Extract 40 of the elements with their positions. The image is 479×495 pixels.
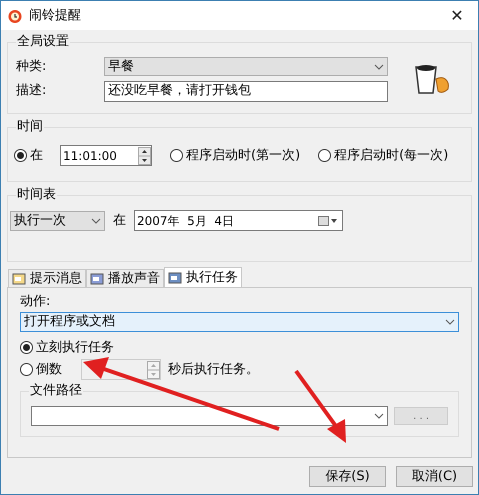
window-title: 闹铃提醒	[29, 6, 82, 25]
radio-button[interactable]	[20, 363, 33, 376]
chevron-down-icon	[91, 218, 101, 224]
action-label: 动作:	[20, 294, 52, 310]
category-dropdown[interactable]: 早餐	[104, 57, 388, 76]
radio-button[interactable]	[318, 149, 332, 162]
tab-icon	[90, 272, 105, 285]
radio-label: 程序启动时(每一次)	[334, 146, 448, 165]
radio-label: 立刻执行任务	[36, 338, 114, 357]
close-button[interactable]: ✕	[442, 2, 472, 28]
file-path-dropdown[interactable]	[31, 406, 388, 426]
alarm-clock-icon	[7, 8, 23, 24]
radio-label: 程序启动时(第一次)	[186, 146, 300, 165]
at-label: 在	[113, 212, 126, 230]
dialog-button[interactable]: 保存(S)	[309, 466, 386, 487]
action-dropdown[interactable]: 打开程序或文档	[20, 312, 459, 332]
radio-label: 倒数	[36, 360, 62, 379]
chevron-down-icon	[374, 413, 384, 419]
chevron-down-icon	[445, 319, 455, 325]
radio-label: 在	[30, 146, 43, 165]
countdown-suffix: 秒后执行任务。	[168, 360, 259, 379]
tab[interactable]: 执行任务	[164, 267, 242, 287]
chevron-down-icon	[374, 64, 384, 70]
tab[interactable]: 提示消息	[8, 269, 86, 287]
tab[interactable]: 播放声音	[86, 269, 164, 287]
tab-icon	[168, 271, 183, 284]
field-label: 种类:	[16, 58, 48, 76]
dialog-button[interactable]: 取消(C)	[396, 466, 473, 487]
browse-button[interactable]: . . .	[394, 407, 448, 425]
field-label: 描述:	[16, 82, 48, 100]
description-field[interactable]: 还没吃早餐，请打开钱包	[104, 80, 388, 102]
date-picker[interactable]: 2007年 5月 4日	[134, 210, 343, 231]
spinner-icon[interactable]	[138, 146, 151, 164]
repeat-dropdown[interactable]: 执行一次	[10, 210, 105, 230]
radio-button[interactable]	[170, 149, 183, 162]
calendar-icon	[318, 216, 338, 226]
radio-button[interactable]	[14, 149, 27, 162]
radio-button[interactable]	[20, 341, 33, 354]
time-field[interactable]: 11:01:00	[60, 145, 152, 166]
tab-icon	[12, 272, 27, 285]
